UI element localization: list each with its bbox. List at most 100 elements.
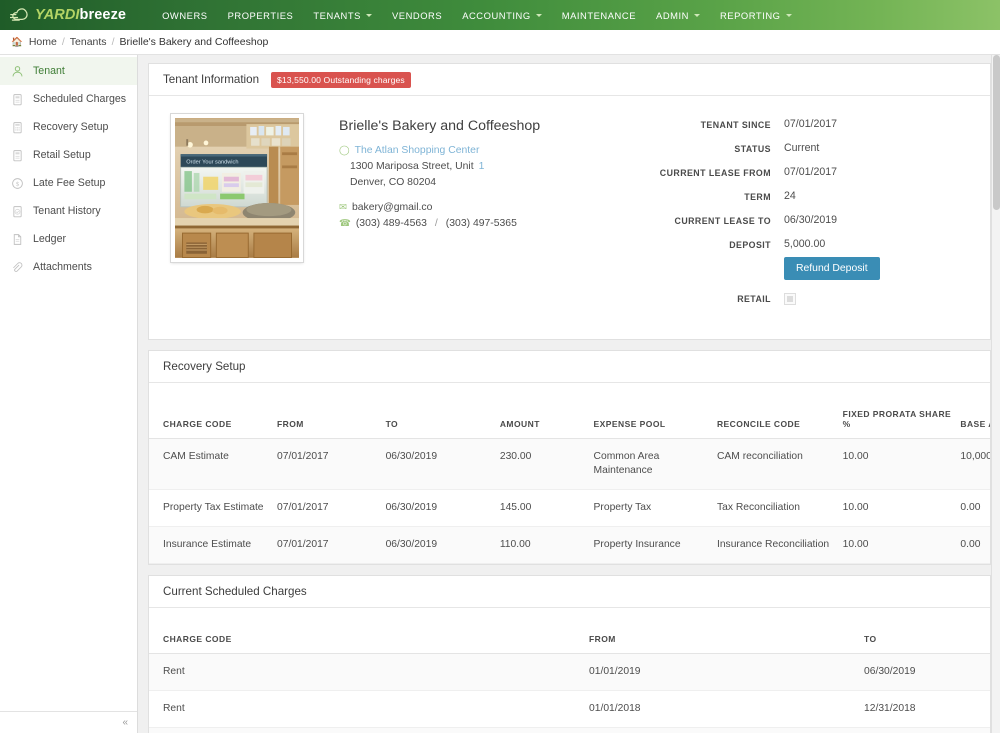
retail-checkbox[interactable] — [784, 293, 796, 305]
tenant-property-line[interactable]: ◯ The Atlan Shopping Center — [339, 143, 629, 159]
chevron-down-icon — [786, 14, 792, 17]
detail-label: RETAIL — [637, 292, 784, 304]
cell-to: 06/30/2019 — [386, 439, 500, 490]
column-header-base-amount[interactable]: BASE AMOUNT — [960, 383, 990, 439]
outstanding-charges-badge[interactable]: $13,550.00 Outstanding charges — [271, 72, 411, 88]
svg-text:Order Your sandwich: Order Your sandwich — [186, 160, 238, 166]
chevron-down-icon — [694, 14, 700, 17]
cell-amount: 145.00 — [500, 490, 594, 527]
tenant-photo[interactable]: Order Your sandwich — [171, 114, 303, 262]
vertical-scrollbar[interactable] — [991, 55, 1000, 733]
detail-label: STATUS — [637, 142, 784, 154]
cell-amount: 110.00 — [500, 527, 594, 564]
top-nav-items: OWNERS PROPERTIES TENANTS VENDORS ACCOUN… — [152, 2, 801, 29]
nav-item-admin[interactable]: ADMIN — [646, 2, 710, 29]
tenant-email[interactable]: bakery@gmail.co — [352, 200, 432, 216]
property-link[interactable]: The Atlan Shopping Center — [355, 143, 480, 159]
column-header-from[interactable]: FROM — [589, 608, 864, 654]
cell-to: 06/30/2019 — [386, 490, 500, 527]
logo-primary-text: YARDI — [35, 7, 80, 23]
cell-from: 01/01/2019 — [589, 654, 864, 691]
tenant-contact-block: Brielle's Bakery and Coffeeshop ◯ The At… — [339, 114, 629, 317]
column-header-expense-pool[interactable]: EXPENSE POOL — [594, 383, 717, 439]
tenant-name: Brielle's Bakery and Coffeeshop — [339, 118, 629, 134]
sidebar-item-attachments[interactable]: Attachments — [0, 253, 137, 281]
tenant-information-card: Tenant Information $13,550.00 Outstandin… — [148, 63, 991, 340]
sidebar-item-tenant[interactable]: Tenant — [0, 57, 137, 85]
breadcrumb-item-tenants[interactable]: Tenants — [70, 36, 107, 48]
column-header-fixed-prorata-share[interactable]: FIXED PRORATA SHARE % — [843, 383, 961, 439]
column-header-charge-code[interactable]: CHARGE CODE — [149, 608, 589, 654]
document-check-icon — [11, 205, 24, 218]
sidebar-item-late-fee-setup[interactable]: $ Late Fee Setup — [0, 169, 137, 197]
sidebar-item-label: Scheduled Charges — [33, 93, 126, 105]
cell-from: 07/01/2017 — [277, 490, 386, 527]
address-unit-link[interactable]: 1 — [479, 159, 485, 175]
nav-label: ADMIN — [656, 10, 689, 21]
sidebar-item-label: Late Fee Setup — [33, 177, 105, 189]
recovery-setup-header: Recovery Setup — [149, 351, 990, 383]
nav-item-owners[interactable]: OWNERS — [152, 2, 218, 29]
cell-base-amount: 0.00 — [960, 527, 990, 564]
chevron-down-icon — [536, 14, 542, 17]
tenant-lease-details: TENANT SINCE 07/01/2017 STATUS Current C… — [637, 114, 976, 317]
table-row[interactable]: CAM Estimate 07/01/2017 06/30/2019 230.0… — [149, 439, 990, 490]
recovery-setup-card: Recovery Setup CHARGE CODE FROM TO AMOUN… — [148, 350, 991, 565]
column-header-to[interactable]: TO — [864, 608, 990, 654]
cell-to: 06/30/2019 — [864, 654, 990, 691]
table-row[interactable]: Insurance Estimate 07/01/2017 06/30/2019… — [149, 527, 990, 564]
nav-item-vendors[interactable]: VENDORS — [382, 2, 452, 29]
yardi-breeze-logo[interactable]: YARDIbreeze — [10, 7, 126, 23]
cell-from: 07/01/2017 — [277, 439, 386, 490]
table-row[interactable]: Rent 01/01/2019 06/30/2019 14,000.00 — [149, 654, 990, 691]
checkbox-fill-icon — [787, 296, 793, 302]
sidebar-item-retail-setup[interactable]: Retail Setup — [0, 141, 137, 169]
tenant-phone-primary: (303) 489-4563 — [356, 216, 427, 232]
home-icon[interactable]: 🏠 — [11, 37, 23, 48]
location-pin-icon: ◯ — [339, 143, 350, 159]
main-content: Tenant Information $13,550.00 Outstandin… — [138, 55, 1000, 733]
nav-item-accounting[interactable]: ACCOUNTING — [452, 2, 552, 29]
calculator-icon — [11, 121, 24, 134]
nav-label: ACCOUNTING — [462, 10, 531, 21]
cell-expense-pool: Property Insurance — [594, 527, 717, 564]
table-row[interactable]: Parking 08/01/2017 06/30/2019 65.00 — [149, 728, 990, 733]
column-header-charge-code[interactable]: CHARGE CODE — [149, 383, 277, 439]
column-header-to[interactable]: TO — [386, 383, 500, 439]
column-header-reconcile-code[interactable]: RECONCILE CODE — [717, 383, 843, 439]
page-layout: Tenant Scheduled Charges Recovery Setup … — [0, 55, 1000, 733]
tenant-address-street-line: 1300 Mariposa Street, Unit 1 — [339, 159, 629, 175]
cell-from: 08/01/2017 — [589, 728, 864, 733]
breadcrumb-item-home[interactable]: Home — [29, 36, 57, 48]
sidebar-item-tenant-history[interactable]: Tenant History — [0, 197, 137, 225]
sidebar-item-ledger[interactable]: Ledger — [0, 225, 137, 253]
column-header-amount[interactable]: AMOUNT — [500, 383, 594, 439]
sidebar-collapse-button[interactable]: « — [0, 711, 137, 733]
cell-charge-code: CAM Estimate — [149, 439, 277, 490]
sidebar-item-recovery-setup[interactable]: Recovery Setup — [0, 113, 137, 141]
detail-value: 24 — [784, 190, 796, 202]
nav-label: REPORTING — [720, 10, 781, 21]
column-header-from[interactable]: FROM — [277, 383, 386, 439]
cell-charge-code: Rent — [149, 654, 589, 691]
sidebar-item-label: Attachments — [33, 261, 92, 273]
cell-fixed-prorata-share: 10.00 — [843, 490, 961, 527]
nav-label: MAINTENANCE — [562, 10, 636, 21]
scrollbar-thumb[interactable] — [993, 55, 1000, 210]
detail-label: CURRENT LEASE TO — [637, 214, 784, 226]
refund-deposit-button[interactable]: Refund Deposit — [784, 257, 880, 280]
table-row[interactable]: Rent 01/01/2018 12/31/2018 13,000.00 — [149, 691, 990, 728]
nav-item-reporting[interactable]: REPORTING — [710, 2, 802, 29]
detail-row-deposit: DEPOSIT 5,000.00 Refund Deposit — [637, 238, 976, 280]
detail-value: 5,000.00 — [784, 238, 880, 250]
nav-item-tenants[interactable]: TENANTS — [303, 2, 382, 29]
table-row[interactable]: Property Tax Estimate 07/01/2017 06/30/2… — [149, 490, 990, 527]
nav-item-maintenance[interactable]: MAINTENANCE — [552, 2, 646, 29]
spacer — [339, 191, 629, 200]
nav-item-properties[interactable]: PROPERTIES — [218, 2, 304, 29]
cell-to: 06/30/2019 — [864, 728, 990, 733]
table-header-row: CHARGE CODE FROM TO AMOUNT — [149, 608, 990, 654]
scheduled-charges-table: CHARGE CODE FROM TO AMOUNT Rent 01/01/20… — [149, 608, 990, 733]
sidebar-item-scheduled-charges[interactable]: Scheduled Charges — [0, 85, 137, 113]
cell-expense-pool: Property Tax — [594, 490, 717, 527]
